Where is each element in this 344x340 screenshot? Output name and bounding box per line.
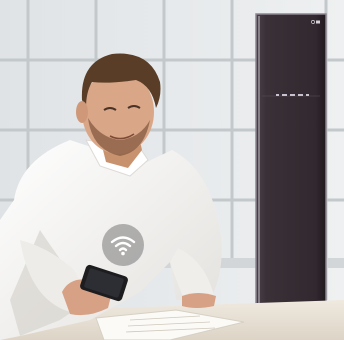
ear [76,101,88,123]
wifi-badge [102,224,144,266]
styler-cabinet [255,13,327,320]
left-hand [182,293,216,308]
wifi-icon [110,236,136,256]
brand-logo [309,19,321,27]
scene-illustration [0,0,344,340]
cabinet-display-panel [262,90,322,100]
photo-scene [0,0,344,340]
